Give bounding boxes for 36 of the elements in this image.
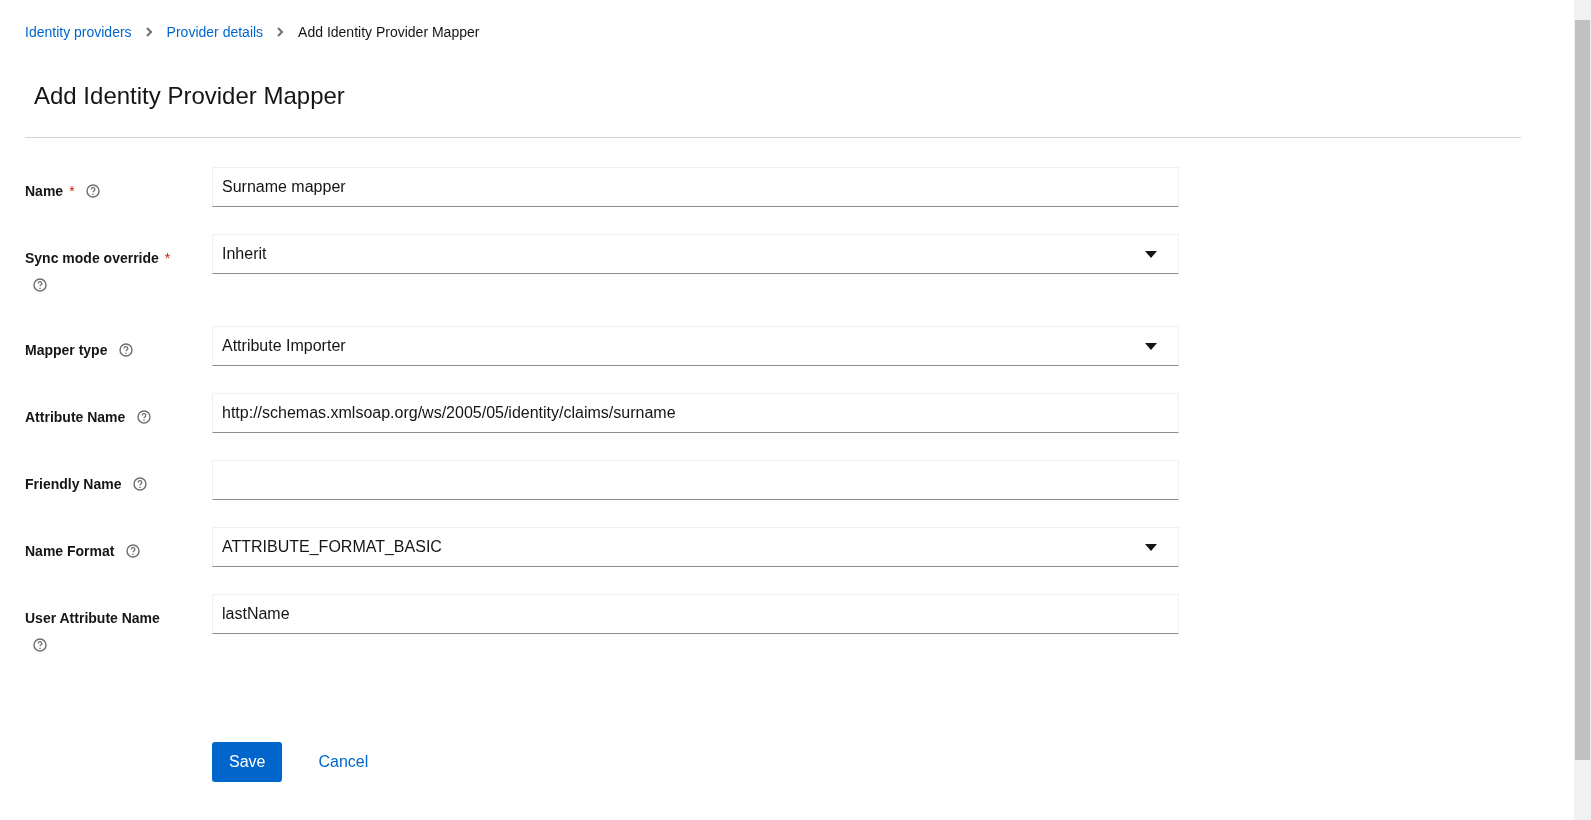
- cancel-link[interactable]: Cancel: [296, 742, 391, 782]
- field-label: User Attribute Name: [25, 610, 160, 626]
- page-title: Add Identity Provider Mapper: [34, 81, 346, 111]
- help-icon[interactable]: [133, 477, 148, 491]
- select-field[interactable]: Attribute Importer: [212, 326, 1179, 366]
- select-field[interactable]: Inherit: [212, 234, 1179, 274]
- help-icon[interactable]: [86, 184, 101, 198]
- caret-down-icon: [1145, 250, 1157, 258]
- input-field[interactable]: lastName: [212, 594, 1179, 634]
- field-label: Mapper type: [25, 342, 108, 358]
- caret-down-icon: [1145, 543, 1157, 551]
- field-label: Sync mode override: [25, 250, 159, 266]
- input-field[interactable]: http://schemas.xmlsoap.org/ws/2005/05/identity/claims/surname: [212, 393, 1179, 433]
- field-label: Name Format: [25, 543, 115, 559]
- chevron-right-icon: [277, 27, 285, 37]
- save-button[interactable]: Save: [212, 742, 283, 782]
- chevron-right-icon: [145, 27, 153, 37]
- required-asterisk: *: [164, 250, 171, 266]
- breadcrumb-current: Add Identity Provider Mapper: [298, 24, 480, 40]
- field-label: Friendly Name: [25, 476, 122, 492]
- help-icon[interactable]: [119, 343, 134, 357]
- input-field[interactable]: [212, 460, 1179, 500]
- help-icon[interactable]: [137, 410, 152, 424]
- field-label: Name: [25, 183, 64, 199]
- scrollbar-thumb[interactable]: [1575, 20, 1590, 760]
- required-asterisk: *: [69, 183, 75, 199]
- breadcrumb-link[interactable]: Identity providers: [25, 24, 132, 40]
- scrollbar[interactable]: [1574, 0, 1591, 820]
- help-icon[interactable]: [33, 278, 47, 292]
- input-field[interactable]: Surname mapper: [212, 167, 1179, 207]
- help-icon[interactable]: [126, 544, 141, 558]
- help-icon[interactable]: [33, 638, 47, 652]
- breadcrumb-link[interactable]: Provider details: [166, 24, 264, 40]
- caret-down-icon: [1145, 342, 1157, 350]
- field-label: Attribute Name: [25, 409, 126, 425]
- select-field[interactable]: ATTRIBUTE_FORMAT_BASIC: [212, 527, 1179, 567]
